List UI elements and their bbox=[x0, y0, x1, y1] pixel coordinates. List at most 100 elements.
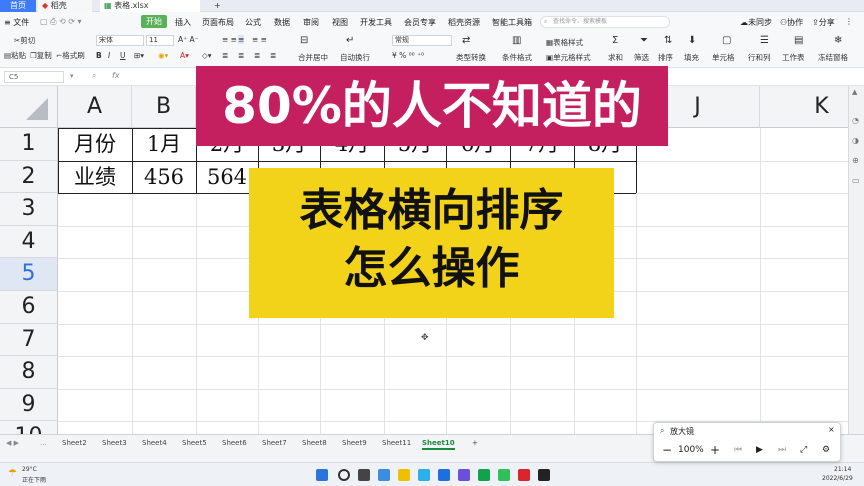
magnifier-close-icon[interactable]: × bbox=[828, 425, 835, 434]
italic-icon[interactable]: I bbox=[108, 51, 110, 60]
cell-a1[interactable]: 月份 bbox=[58, 128, 132, 161]
new-tab-button[interactable]: + bbox=[210, 0, 222, 12]
zoom-formula-icon[interactable]: ⌕ bbox=[92, 71, 96, 81]
cell-button[interactable]: 单元格 bbox=[712, 52, 735, 63]
column-header-k[interactable]: K bbox=[760, 86, 848, 128]
row-header-6[interactable]: 6 bbox=[0, 291, 58, 324]
cell-style-button[interactable]: ▣单元格样式 bbox=[546, 52, 591, 63]
cell-b1[interactable]: 1月 bbox=[132, 128, 196, 161]
underline-icon[interactable]: U bbox=[120, 51, 126, 60]
menu-start[interactable]: 开始 bbox=[141, 15, 167, 28]
sheet-tab-sheet3[interactable]: Sheet3 bbox=[102, 439, 127, 447]
task-view-icon[interactable] bbox=[358, 469, 370, 481]
magnifier-widget[interactable]: ⌕ 放大镜 × − 100% + ⏮ ▶ ⏭ ⤢ ⚙ bbox=[653, 422, 841, 462]
cell-a2[interactable]: 业绩 bbox=[58, 161, 132, 194]
merge-icon[interactable]: ⊟ bbox=[300, 35, 308, 46]
row-header-5[interactable]: 5 bbox=[0, 258, 58, 291]
number-format-select[interactable]: 常规 bbox=[392, 35, 452, 46]
font-size-select[interactable]: 11 bbox=[146, 35, 174, 46]
menu-smart-toolbox[interactable]: 智能工具箱 bbox=[492, 17, 532, 28]
search-input[interactable]: ⌕ 查找命令、搜索模板 bbox=[540, 16, 670, 28]
row-header-4[interactable]: 4 bbox=[0, 225, 58, 259]
wrap-icon[interactable]: ↵ bbox=[346, 35, 354, 46]
share-button[interactable]: ⇪分享 bbox=[812, 17, 835, 28]
app-icon-3[interactable] bbox=[538, 469, 550, 481]
menu-formula[interactable]: 公式 bbox=[245, 17, 261, 28]
align-right-icon[interactable]: ≣ bbox=[254, 51, 260, 60]
menu-review[interactable]: 审阅 bbox=[303, 17, 319, 28]
menu-docer-resources[interactable]: 稻壳资源 bbox=[448, 17, 480, 28]
side-panel-icon-4[interactable]: ▭ bbox=[852, 176, 860, 185]
font-color-icon[interactable]: A▾ bbox=[180, 51, 189, 60]
vertical-scrollbar[interactable]: ▲ ◔ ◑ ⊕ ▭ bbox=[848, 86, 864, 434]
row-header-2[interactable]: 2 bbox=[0, 160, 58, 194]
font-name-select[interactable]: 宋体 bbox=[96, 35, 144, 46]
table-style-button[interactable]: ▦表格样式 bbox=[546, 37, 583, 48]
sheet-tab-sheet7[interactable]: Sheet7 bbox=[262, 439, 287, 447]
row-col-button[interactable]: 行和列 bbox=[748, 52, 771, 63]
fill-button[interactable]: 填充 bbox=[684, 52, 699, 63]
menu-view[interactable]: 视图 bbox=[332, 17, 348, 28]
collaborate-button[interactable]: ⚇协作 bbox=[780, 17, 803, 28]
play-icon[interactable]: ▶ bbox=[756, 445, 763, 455]
widgets-icon[interactable] bbox=[378, 469, 390, 481]
view-icon[interactable]: ⤢ bbox=[800, 445, 807, 455]
clear-format-icon[interactable]: ◇▾ bbox=[202, 51, 212, 60]
settings-gear-icon[interactable]: ⚙ bbox=[822, 445, 830, 455]
cell-b2[interactable]: 456 bbox=[132, 161, 196, 194]
side-panel-icon-2[interactable]: ◑ bbox=[852, 136, 859, 145]
menu-developer[interactable]: 开发工具 bbox=[360, 17, 392, 28]
file-explorer-icon[interactable] bbox=[398, 469, 410, 481]
bold-icon[interactable]: B bbox=[96, 51, 102, 60]
next-icon[interactable]: ⏭ bbox=[778, 445, 786, 455]
column-header-a[interactable]: A bbox=[58, 86, 132, 128]
add-sheet-button[interactable]: + bbox=[472, 439, 478, 447]
sync-status[interactable]: ☁未同步 bbox=[740, 17, 772, 28]
copy-button[interactable]: ❐复制 bbox=[30, 50, 52, 61]
format-painter-button[interactable]: ⌐格式刷 bbox=[56, 50, 85, 61]
border-icon[interactable]: ⊞▾ bbox=[134, 51, 144, 60]
row-header-9[interactable]: 9 bbox=[0, 388, 58, 422]
font-grow-icon[interactable]: A⁺ A⁻ bbox=[178, 35, 199, 44]
column-header-b[interactable]: B bbox=[132, 86, 196, 128]
conditional-format-button[interactable]: 条件格式 bbox=[502, 52, 532, 63]
zoom-out-button[interactable]: − bbox=[662, 443, 672, 457]
sheet-tab-sheet9[interactable]: Sheet9 bbox=[342, 439, 367, 447]
fill-color-icon[interactable]: ◉▾ bbox=[158, 51, 168, 60]
number-format-icons[interactable]: ¥ % ⁰⁰ ⁺⁰ bbox=[392, 51, 424, 60]
cut-button[interactable]: ✂剪切 bbox=[14, 35, 35, 46]
paste-button[interactable]: ▤粘贴 bbox=[4, 50, 26, 61]
align-left-icon[interactable]: ≣ bbox=[222, 51, 228, 60]
sheet-tab-sheet11[interactable]: Sheet11 bbox=[382, 439, 411, 447]
row-header-1[interactable]: 1 bbox=[0, 128, 58, 161]
align-top-icon[interactable]: ≡ ≡ bbox=[222, 35, 237, 44]
sheet-tab-sheet4[interactable]: Sheet4 bbox=[142, 439, 167, 447]
tab-home[interactable]: 首页 bbox=[0, 0, 36, 12]
sheet-nav-icons[interactable]: ◀ ▶ bbox=[6, 439, 19, 447]
quick-access-icons[interactable]: ▢ ⎙ ⟲ ⟳ ▾ bbox=[40, 17, 82, 27]
worksheet-button[interactable]: 工作表 bbox=[782, 52, 805, 63]
type-convert-button[interactable]: 类型转换 bbox=[456, 52, 486, 63]
sum-button[interactable]: 求和 bbox=[608, 52, 623, 63]
row-header-10[interactable]: 10 bbox=[0, 421, 58, 434]
menu-member[interactable]: 会员专享 bbox=[404, 17, 436, 28]
fx-label[interactable]: fx bbox=[112, 71, 120, 80]
search-taskbar-icon[interactable] bbox=[338, 469, 350, 481]
sheet-tab-sheet2[interactable]: Sheet2 bbox=[62, 439, 87, 447]
scroll-up-icon[interactable]: ▲ bbox=[852, 88, 857, 96]
tab-file[interactable]: ▦ 表格.xlsx bbox=[100, 0, 200, 12]
app-icon-1[interactable] bbox=[458, 469, 470, 481]
zoom-in-button[interactable]: + bbox=[710, 443, 720, 457]
tab-docer[interactable]: ◆ 稻壳 bbox=[38, 0, 92, 12]
wrap-text-button[interactable]: 自动换行 bbox=[340, 52, 370, 63]
row-header-8[interactable]: 8 bbox=[0, 356, 58, 389]
side-panel-icon-3[interactable]: ⊕ bbox=[852, 156, 859, 165]
namebox-dropdown-icon[interactable]: ▾ bbox=[70, 72, 74, 80]
more-icon[interactable]: ⋮ bbox=[845, 17, 853, 26]
sort-button[interactable]: 排序 bbox=[658, 52, 673, 63]
sheet-tab-sheet6[interactable]: Sheet6 bbox=[222, 439, 247, 447]
align-bottom-icon[interactable]: ≡ ≡ bbox=[252, 35, 267, 44]
select-all-corner[interactable] bbox=[0, 86, 58, 128]
wechat-icon[interactable] bbox=[498, 469, 510, 481]
row-header-7[interactable]: 7 bbox=[0, 323, 58, 357]
